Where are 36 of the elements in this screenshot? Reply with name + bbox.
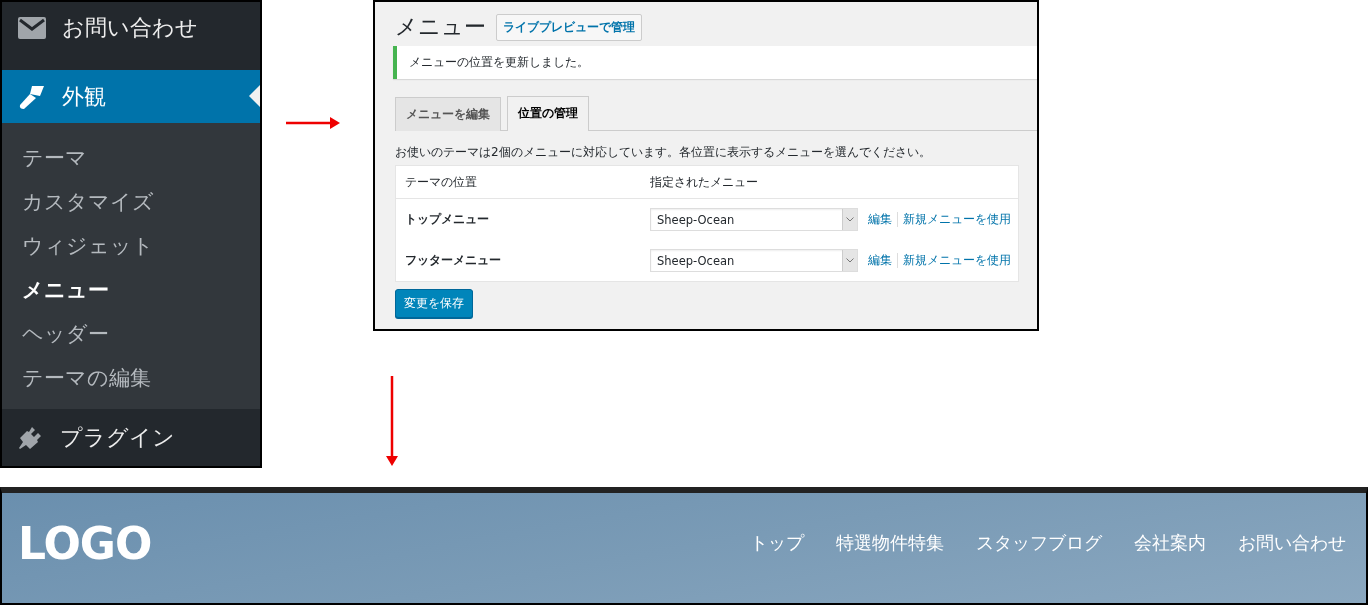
nav-link[interactable]: 特選物件特集 bbox=[836, 531, 944, 555]
live-preview-button[interactable]: ライブプレビューで管理 bbox=[496, 13, 642, 41]
submenu-item[interactable]: カスタマイズ bbox=[2, 180, 260, 224]
submenu-item[interactable]: テーマ bbox=[2, 136, 260, 180]
column-header: テーマの位置 bbox=[405, 173, 478, 191]
menu-item[interactable]: 外観 bbox=[62, 81, 106, 112]
chevron-down-icon bbox=[846, 217, 854, 222]
tab[interactable]: メニューを編集 bbox=[395, 97, 501, 131]
edit-link[interactable]: 編集 bbox=[868, 252, 892, 269]
site-logo[interactable]: LOGO bbox=[18, 517, 152, 569]
submenu-item[interactable]: ヘッダー bbox=[2, 312, 260, 356]
page-title: メニュー bbox=[395, 13, 486, 41]
submenu-item[interactable]: テーマの編集 bbox=[2, 356, 260, 400]
save-button[interactable]: 変更を保存 bbox=[395, 289, 473, 318]
success-notice: メニューの位置を更新しました。 bbox=[393, 46, 1037, 79]
menu-select[interactable]: Sheep-Ocean bbox=[650, 249, 858, 272]
tab[interactable]: 位置の管理 bbox=[507, 96, 589, 131]
envelope-icon bbox=[18, 17, 46, 39]
current-pointer bbox=[249, 85, 260, 107]
location-label: フッターメニュー bbox=[405, 252, 502, 269]
submenu-item[interactable]: ウィジェット bbox=[2, 224, 260, 268]
menu-item[interactable]: プラグイン bbox=[60, 423, 175, 453]
new-menu-link[interactable]: 新規メニューを使用 bbox=[903, 252, 1011, 269]
right-arrow bbox=[286, 117, 340, 129]
location-label: トップメニュー bbox=[405, 211, 490, 228]
column-header: 指定されたメニュー bbox=[650, 173, 759, 191]
nav-link[interactable]: トップ bbox=[750, 531, 804, 555]
description-text: お使いのテーマは2個のメニューに対応しています。各位置に表示するメニューを選んでください。 bbox=[394, 144, 932, 161]
plug-icon bbox=[18, 425, 44, 451]
new-menu-link[interactable]: 新規メニューを使用 bbox=[903, 211, 1011, 228]
edit-link[interactable]: 編集 bbox=[868, 211, 892, 228]
paintbrush-icon bbox=[18, 83, 46, 110]
menu-item[interactable]: お問い合わせ bbox=[62, 13, 198, 43]
submenu-item[interactable]: メニュー bbox=[2, 268, 260, 312]
menu-select[interactable]: Sheep-Ocean bbox=[650, 208, 858, 231]
chevron-down-icon bbox=[846, 258, 854, 263]
